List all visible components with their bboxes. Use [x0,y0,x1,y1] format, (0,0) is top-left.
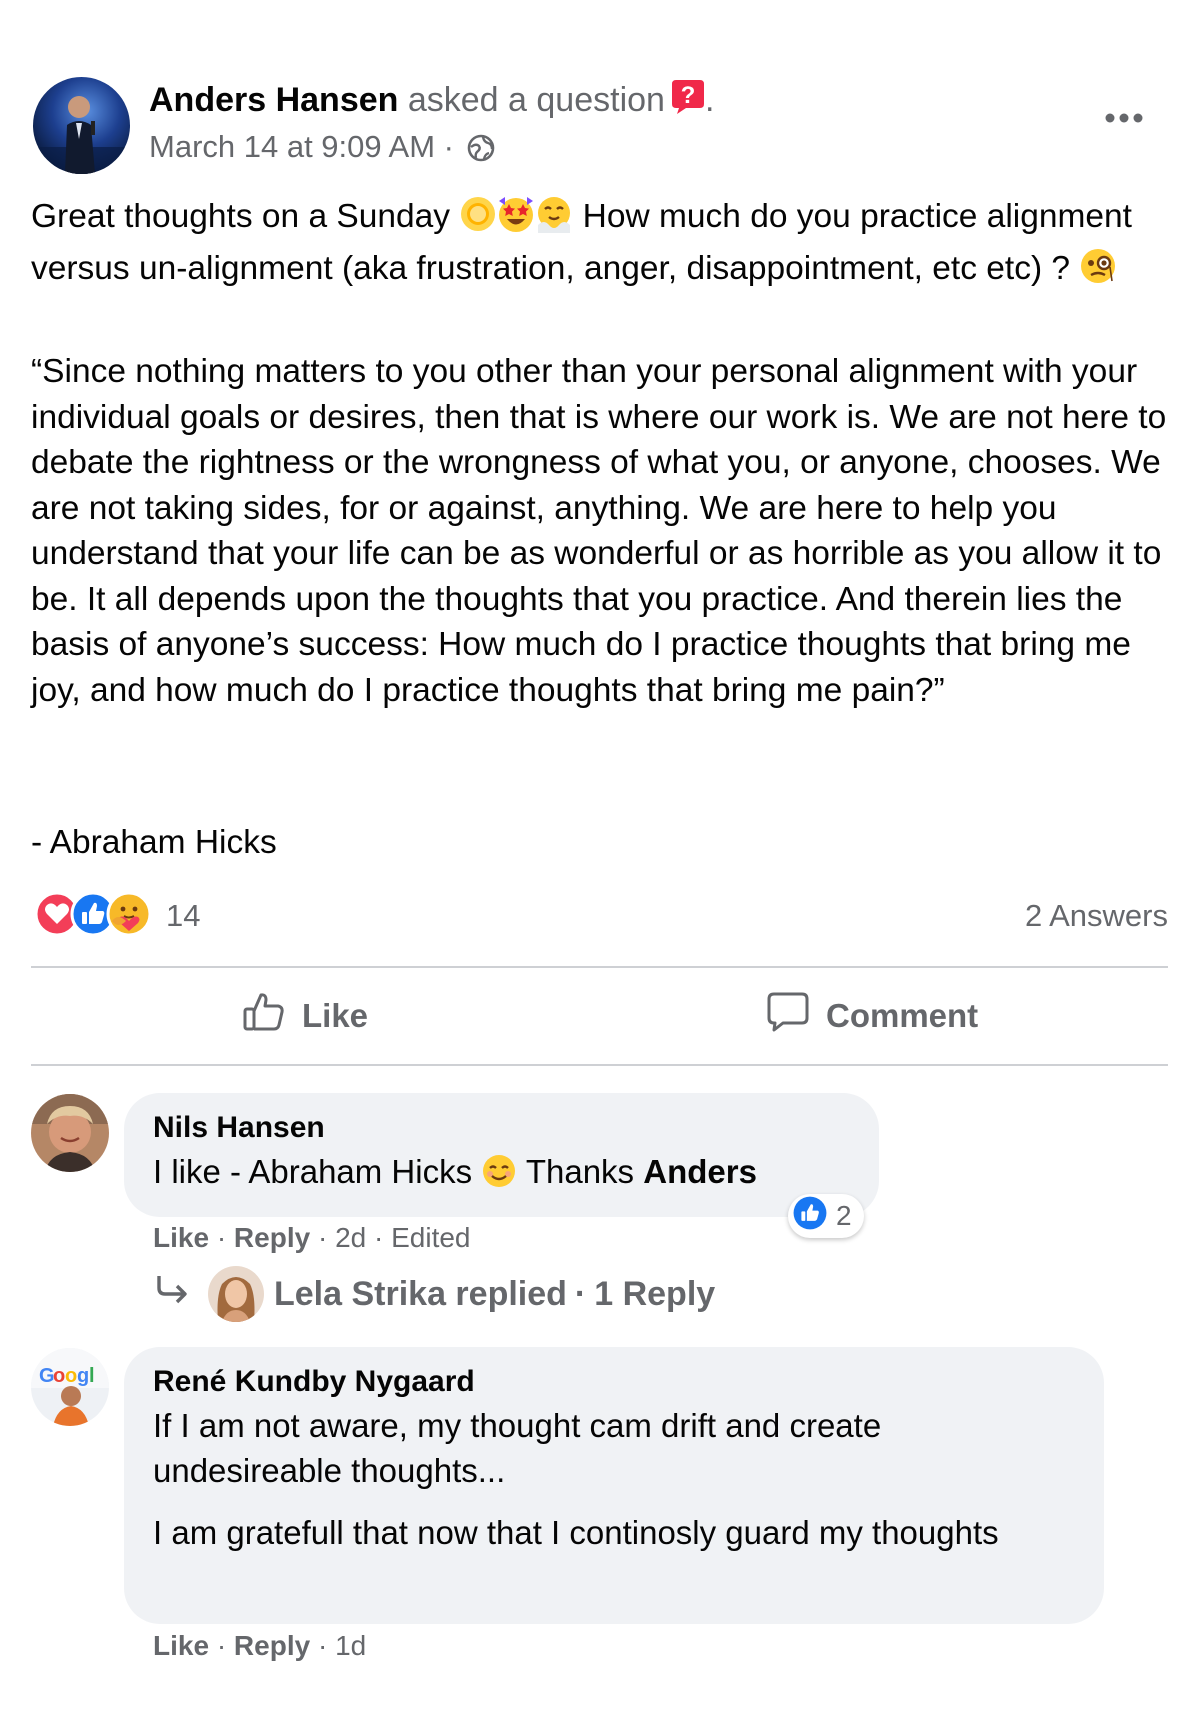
like-button-label: Like [302,997,369,1034]
smiling-face-emoji [481,1153,517,1200]
comment-age[interactable]: 2d [335,1222,366,1253]
commenter-name-nils[interactable]: Nils Hansen [153,1107,849,1149]
globe-icon [467,131,495,173]
comment-like-link[interactable]: Like [153,1222,209,1253]
star-struck-emoji [497,195,535,246]
question-post-card: Anders Hansen asked a question?. March 1… [0,0,1200,1719]
actions-separator: · [374,1222,384,1253]
post-meta: March 14 at 9:09 AM · [149,126,495,173]
comment-button[interactable]: Comment [766,988,978,1044]
comment-reply-link[interactable]: Reply [234,1630,310,1661]
commenter-avatar-rene[interactable]: Googl [31,1348,109,1426]
like-badge-count: 2 [836,1200,852,1231]
post-timestamp[interactable]: March 14 at 9:09 AM [149,129,435,164]
svg-text:g: g [77,1365,89,1387]
comment-text-nils: I like - Abraham Hicks Thanks Anders [153,1149,849,1200]
post-attribution: - Abraham Hicks [31,824,277,861]
view-replies-link[interactable]: Lela Strika replied · 1 Reply [154,1264,715,1324]
author-avatar[interactable] [33,77,130,174]
reaction-count: 14 [166,898,201,933]
comment-bubble-rene: René Kundby Nygaard If I am not aware, m… [124,1347,1104,1624]
comment-like-link[interactable]: Like [153,1630,209,1661]
actions-separator: · [216,1630,227,1661]
meta-separator: · [443,129,454,164]
reactions-summary[interactable]: 14 [34,891,201,942]
comment-edited-label[interactable]: Edited [391,1222,470,1253]
replier-text: Lela Strika replied [274,1274,567,1313]
post-paragraph-intro: Great thoughts on a Sunday How much do y… [31,194,1171,297]
comment-bubble-icon [766,990,826,1042]
post-quote-paragraph: “Since nothing matters to you other than… [31,353,1167,709]
author-name[interactable]: Anders Hansen [149,81,398,119]
post-author-line: Anders Hansen asked a question?. [149,78,714,126]
actions-separator: · [317,1630,328,1661]
svg-text:?: ? [681,82,696,109]
face-with-monocle-emoji [1079,247,1117,298]
comment-like-badge[interactable]: 2 [788,1194,864,1238]
comment-bubble-nils: Nils Hansen I like - Abraham Hicks Thank… [124,1093,879,1217]
sun-emoji [459,195,497,246]
comment-text-part-2: Thanks [517,1153,644,1190]
like-button[interactable]: Like [242,988,368,1044]
replies-separator: · [574,1274,587,1313]
more-options-icon[interactable] [1100,102,1148,134]
svg-text:o: o [65,1365,77,1387]
comment-age[interactable]: 1d [335,1630,366,1661]
question-icon: ? [671,79,705,126]
like-badge-icon [792,1195,836,1238]
actions-separator: · [216,1222,227,1253]
commenter-avatar-nils[interactable] [31,1094,109,1172]
post-intro-text: Great thoughts on a Sunday [31,198,460,235]
comment-actions-rene: Like · Reply · 1d [153,1626,366,1666]
mention-anders[interactable]: Anders [643,1153,757,1190]
comment-actions-nils: Like · Reply · 2d · Edited [153,1218,471,1258]
asked-suffix: . [704,81,715,119]
comment-text-rene-line2: I am gratefull that now that I continosl… [153,1514,999,1551]
actions-separator: · [317,1222,328,1253]
thumbs-up-icon [242,990,302,1042]
svg-text:o: o [53,1365,65,1387]
comment-reply-link[interactable]: Reply [234,1222,310,1253]
answers-count-link[interactable]: 2 Answers [1025,893,1168,939]
commenter-name-rene[interactable]: René Kundby Nygaard [153,1361,1074,1403]
asked-question-text: asked a question [407,81,665,119]
divider-bottom [31,1064,1168,1066]
face-with-steam-emoji [535,195,573,246]
comment-text-rene-line1: If I am not aware, my thought cam drift … [153,1407,882,1489]
reply-arrow-icon [154,1272,190,1317]
replies-count: 1 Reply [594,1274,716,1313]
care-reaction-icon [106,891,152,942]
divider-top [31,966,1168,968]
comment-text-part-1: I like - Abraham Hicks [153,1153,482,1190]
comment-button-label: Comment [826,997,979,1034]
svg-text:l: l [89,1365,95,1387]
replier-avatar [208,1266,264,1322]
